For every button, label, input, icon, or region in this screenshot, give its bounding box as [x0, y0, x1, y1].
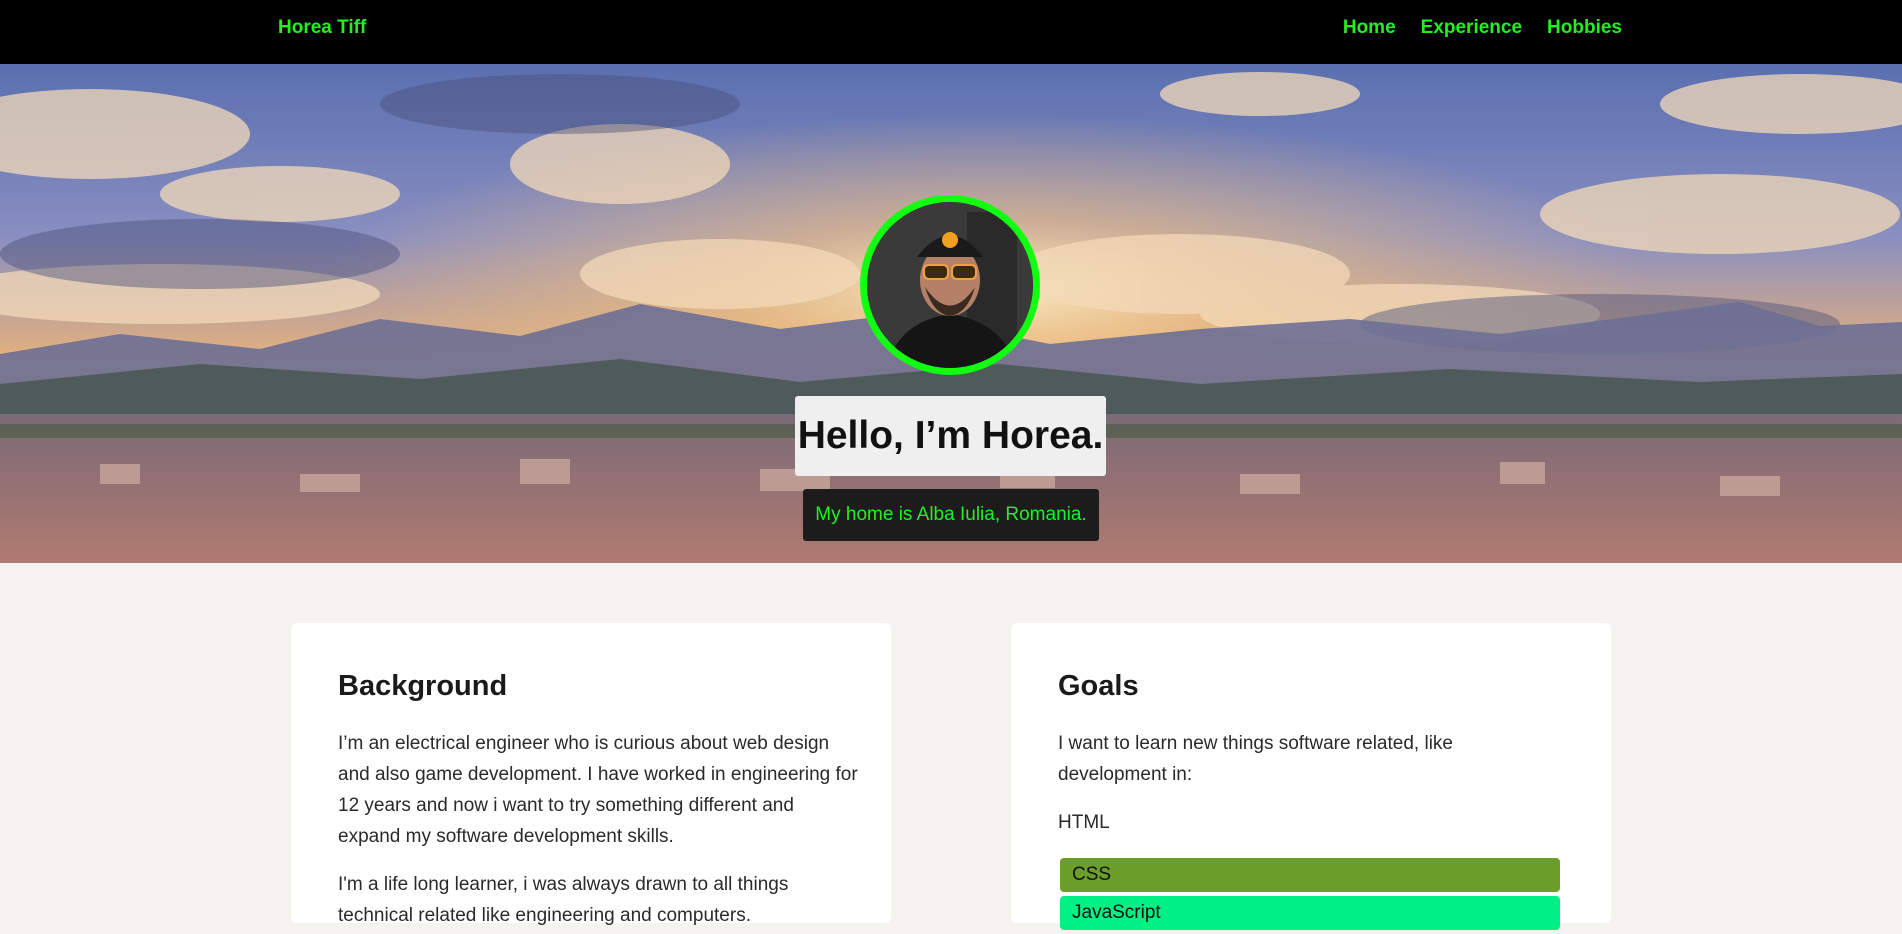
- goals-card: Goals I want to learn new things softwar…: [1011, 623, 1611, 930]
- skill-item-javascript: JavaScript: [1060, 896, 1560, 930]
- background-heading: Background: [338, 670, 508, 702]
- hero-title-box: Hello, I’m Horea.: [795, 396, 1106, 476]
- background-paragraph-1: I’m an electrical engineer who is curiou…: [338, 733, 858, 847]
- background-paragraph-2: I'm a life long learner, i was always dr…: [338, 874, 789, 926]
- goals-html-label: HTML: [1058, 812, 1110, 833]
- hero-section: Hello, I’m Horea. My home is Alba Iulia,…: [0, 64, 1902, 563]
- nav-links: Home Experience Hobbies: [1343, 17, 1622, 39]
- nav-link-hobbies[interactable]: Hobbies: [1547, 17, 1622, 39]
- goals-heading: Goals: [1058, 670, 1139, 702]
- avatar-image: [867, 202, 1033, 368]
- skill-list: CSS JavaScript: [1060, 858, 1560, 934]
- nav-link-experience[interactable]: Experience: [1421, 17, 1522, 39]
- hero-title: Hello, I’m Horea.: [797, 414, 1104, 457]
- skill-item-css: CSS: [1060, 858, 1560, 892]
- navbar: Horea Tiff Home Experience Hobbies: [0, 0, 1902, 64]
- background-card: Background I’m an electrical engineer wh…: [291, 623, 891, 926]
- brand-link[interactable]: Horea Tiff: [278, 17, 366, 39]
- nav-link-home[interactable]: Home: [1343, 17, 1396, 39]
- goals-paragraph: I want to learn new things software rela…: [1058, 733, 1453, 785]
- profile-avatar: [860, 195, 1040, 375]
- hero-subtitle-box: My home is Alba Iulia, Romania.: [803, 489, 1099, 541]
- hero-subtitle: My home is Alba Iulia, Romania.: [815, 504, 1087, 525]
